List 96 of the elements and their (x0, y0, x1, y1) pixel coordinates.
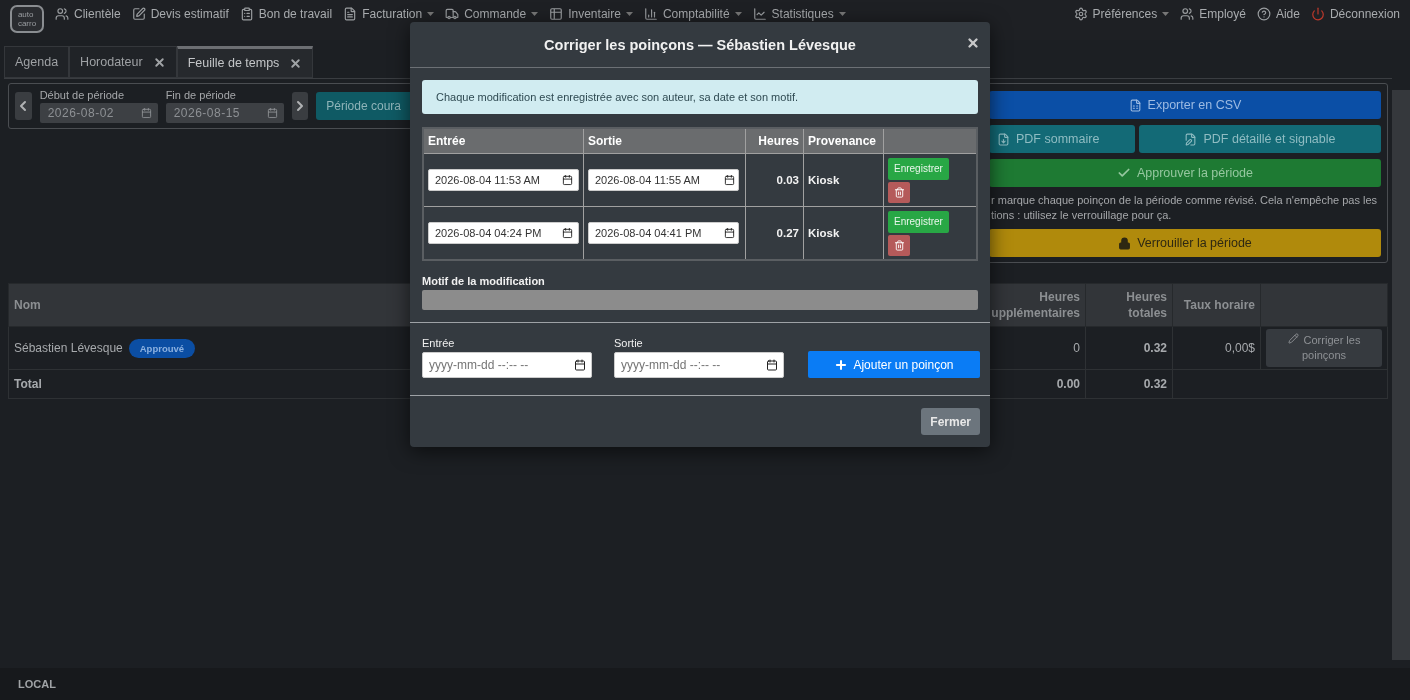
add-punch-button[interactable]: Ajouter un poinçon (808, 351, 980, 378)
nav-link[interactable]: Facturation (362, 7, 423, 21)
employee-name: Sébastien Lévesque (14, 341, 123, 355)
document-icon (343, 7, 358, 21)
calendar-icon[interactable] (562, 227, 573, 239)
pencil-icon (1287, 333, 1299, 344)
table-cell: 0.32 (1143, 341, 1167, 355)
calendar-icon[interactable] (724, 227, 735, 239)
status-text: LOCAL (18, 678, 56, 690)
truck-icon (445, 7, 460, 21)
clipboard-icon (239, 7, 254, 21)
check-icon (1116, 166, 1131, 180)
logo[interactable]: auto carro (10, 5, 44, 33)
document-edit-icon (1184, 132, 1198, 146)
previous-button[interactable] (15, 92, 32, 120)
date-field[interactable]: 2026-08-15 (165, 103, 284, 123)
column-header: Heures totales (1126, 290, 1167, 320)
nav-link[interactable]: Clientèle (74, 7, 121, 21)
datetime-field[interactable]: 2026-08-04 04:24 PM (428, 222, 579, 244)
nav-link[interactable]: Comptabilité (662, 7, 730, 21)
reason-field[interactable] (422, 290, 978, 310)
lock-icon (1118, 236, 1132, 250)
nav-link[interactable]: Déconnexion (1329, 7, 1400, 21)
column-header: Heures upplémentaires (991, 290, 1080, 320)
line-chart-icon (752, 7, 767, 21)
tab[interactable]: Agenda (4, 46, 70, 78)
column-header: Taux horaire (1183, 298, 1255, 312)
help-text: tions : utilisez le verrouillage pour ça. (991, 208, 1173, 223)
table-cell: 0.03 (776, 174, 799, 186)
field-label: Motif de la modification (422, 275, 546, 287)
table-cell: 0.32 (1143, 377, 1167, 391)
datetime-field[interactable]: yyyy-mm-dd --:-- -- (422, 352, 592, 378)
table-cell: Kiosk (808, 174, 840, 186)
nav-link[interactable]: Commande (464, 7, 527, 21)
table-cell: 0 (1073, 341, 1080, 355)
datetime-field[interactable]: 2026-08-04 11:53 AM (428, 169, 579, 191)
delete-button[interactable] (888, 181, 910, 203)
tab[interactable]: Horodateur (69, 46, 177, 78)
edit-icon (131, 7, 146, 21)
calendar-icon[interactable] (574, 359, 586, 371)
field-label: Sortie (614, 337, 644, 349)
power-icon (1310, 7, 1325, 21)
calendar-icon[interactable] (562, 174, 573, 186)
column-header: Nom (14, 298, 41, 312)
table-cell: Kiosk (808, 227, 840, 239)
status-badge: Approuvé (128, 339, 196, 358)
document-icon (1128, 98, 1142, 112)
bar-chart-icon (643, 7, 658, 21)
table-cell: 0.27 (776, 227, 799, 239)
close-icon (966, 36, 980, 50)
calendar-icon[interactable] (766, 359, 778, 371)
close-icon[interactable] (289, 56, 303, 70)
table-cell: 0.00 (1056, 377, 1080, 391)
help-text: r marque chaque poinçon de la période comme révisé. Cela n'empêche pas les (991, 193, 1379, 208)
table-cell: 0,00$ (1224, 341, 1255, 355)
column-header: Entrée (428, 134, 466, 148)
document-icon (997, 132, 1010, 146)
field-label: Fin de période (165, 89, 237, 101)
close-button[interactable]: Fermer (921, 408, 980, 435)
delete-button[interactable] (888, 234, 910, 256)
export-csv-button[interactable]: Exporter en CSV (989, 91, 1381, 119)
nav-link[interactable]: Aide (1275, 7, 1300, 21)
users-icon (1180, 7, 1195, 21)
table-icon (549, 7, 564, 21)
tab[interactable]: Feuille de temps (176, 46, 314, 78)
column-header: Sortie (588, 134, 622, 148)
column-header: Provenance (808, 134, 877, 148)
fix-punches-button[interactable]: Corriger les poinçons (1266, 329, 1382, 367)
nav-link[interactable]: Préférences (1092, 7, 1158, 21)
nav-link[interactable]: Devis estimatif (150, 7, 229, 21)
next-button[interactable] (291, 92, 309, 120)
info-alert: Chaque modification est enregistrée avec son auteur, sa date et son motif. (422, 80, 978, 114)
field-label: Début de période (39, 89, 126, 101)
close-icon[interactable] (152, 55, 166, 69)
trash-icon (893, 239, 905, 251)
lock-button[interactable]: Verrouiller la période (989, 229, 1381, 257)
column-header: Heures (758, 134, 799, 148)
nav-link[interactable]: Bon de travail (258, 7, 333, 21)
nav-link[interactable]: Statistiques (771, 7, 834, 21)
datetime-field[interactable]: yyyy-mm-dd --:-- -- (614, 352, 784, 378)
datetime-field[interactable]: 2026-08-04 04:41 PM (588, 222, 739, 244)
calendar-icon[interactable] (724, 174, 735, 186)
date-field[interactable]: 2026-08-02 (39, 103, 158, 123)
nav-link[interactable]: Employé (1199, 7, 1246, 21)
settings-icon (1073, 7, 1088, 21)
current-period-button[interactable]: Période coura (316, 92, 411, 120)
close-button[interactable] (966, 36, 980, 50)
field-label: Entrée (422, 337, 456, 349)
nav-link[interactable]: Inventaire (568, 7, 621, 21)
datetime-field[interactable]: 2026-08-04 11:55 AM (588, 169, 739, 191)
users-icon (55, 7, 69, 21)
plus-icon (834, 357, 849, 372)
trash-icon (893, 186, 905, 198)
dialog-title: Corriger les poinçons — Sébastien Lévesque (544, 36, 856, 53)
help-icon (1256, 7, 1271, 21)
total-label: Total (14, 377, 42, 391)
